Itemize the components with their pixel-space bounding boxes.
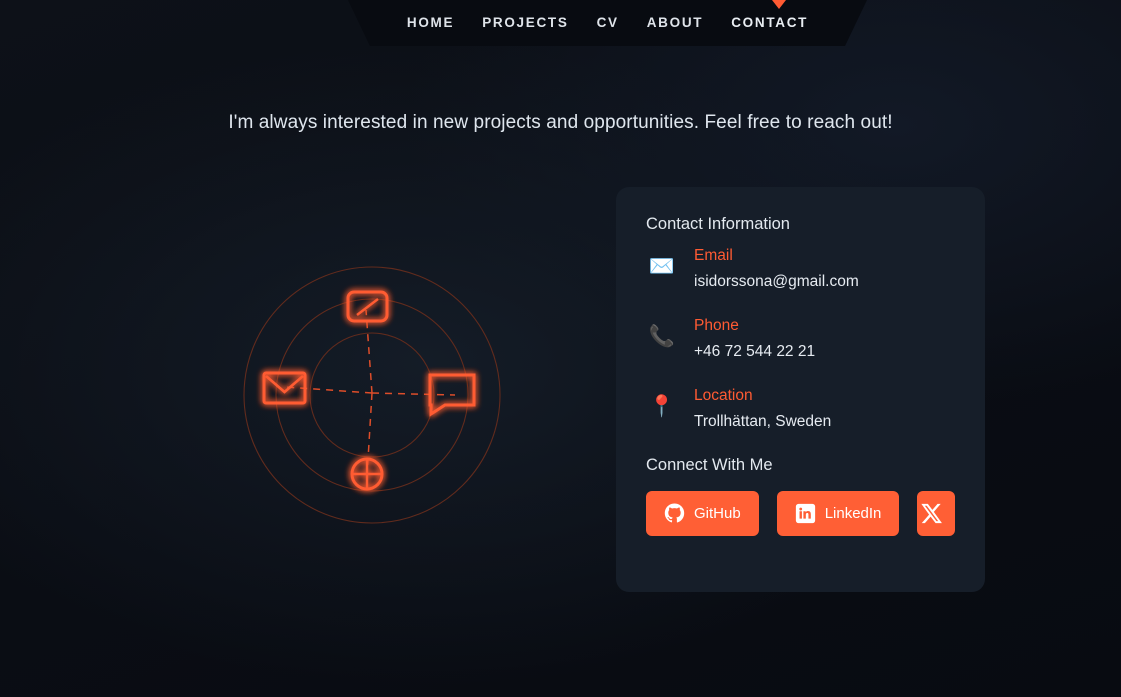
x-icon (920, 502, 943, 525)
x-twitter-button[interactable] (917, 490, 955, 536)
location-value: Trollhättan, Sweden (694, 412, 832, 430)
page-headline: I'm always interested in new projects an… (228, 112, 893, 133)
github-label: GitHub (694, 504, 741, 522)
contact-information-card: Contact Information ✉️ Email isidorssona… (616, 187, 985, 592)
contact-row-phone: 📞 Phone +46 72 544 22 21 (646, 316, 955, 363)
nav-item-contact[interactable]: CONTACT (717, 0, 822, 46)
phone-label: Phone (694, 316, 739, 334)
connect-title: Connect With Me (646, 455, 773, 474)
linkedin-icon (795, 503, 816, 524)
github-button[interactable]: GitHub (646, 490, 759, 536)
contact-row-email: ✉️ Email isidorssona@gmail.com (646, 246, 955, 293)
nav-item-projects[interactable]: PROJECTS (468, 0, 582, 46)
navigation-bar: HOME PROJECTS CV ABOUT CONTACT (348, 0, 867, 46)
phone-icon: 📞 (648, 324, 676, 348)
email-value[interactable]: isidorssona@gmail.com (694, 272, 859, 293)
email-label: Email (694, 247, 733, 264)
nav-item-cv[interactable]: CV (583, 0, 633, 46)
send-icon (346, 290, 389, 323)
location-label: Location (694, 386, 753, 404)
nav-item-home[interactable]: HOME (393, 0, 468, 46)
envelope-icon (262, 371, 307, 405)
contact-radar-graphic (240, 263, 504, 527)
contact-row-location: 📍 Location Trollhättan, Sweden (646, 386, 955, 433)
nav-item-about[interactable]: ABOUT (633, 0, 718, 46)
phone-value[interactable]: +46 72 544 22 21 (694, 342, 815, 363)
linkedin-button[interactable]: LinkedIn (776, 490, 900, 536)
social-links: GitHub LinkedIn (646, 490, 955, 536)
globe-icon (350, 457, 384, 491)
location-pin-icon: 📍 (648, 394, 676, 418)
linkedin-label: LinkedIn (824, 504, 882, 522)
github-icon (664, 502, 685, 524)
card-title: Contact Information (646, 215, 790, 233)
envelope-icon: ✉️ (648, 255, 676, 278)
caret-down-icon (772, 0, 786, 9)
